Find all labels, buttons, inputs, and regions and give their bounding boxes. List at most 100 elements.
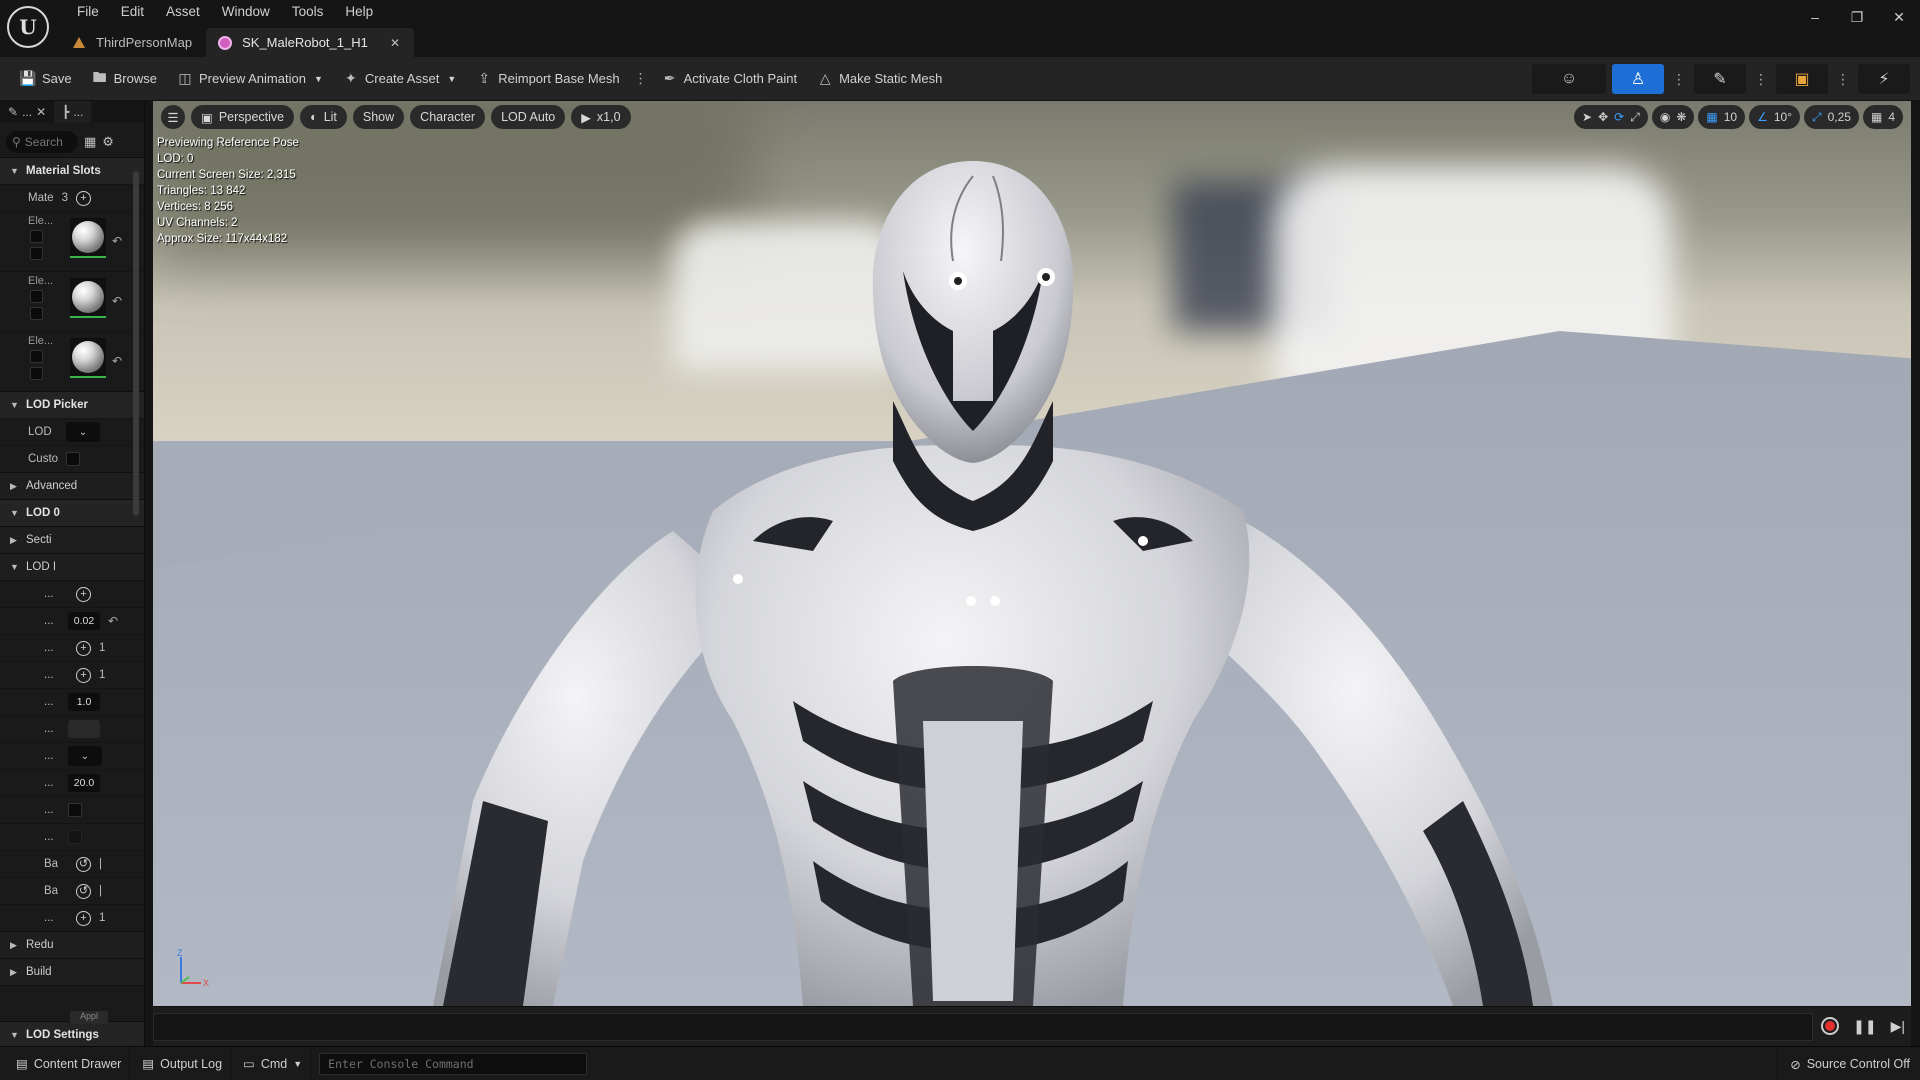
value-input[interactable]: 20.0 bbox=[68, 774, 100, 792]
step-forward-icon[interactable]: ▶| bbox=[1891, 1018, 1905, 1035]
menu-window[interactable]: Window bbox=[211, 2, 281, 21]
add-icon[interactable]: + bbox=[75, 190, 91, 206]
add-icon[interactable]: + bbox=[76, 640, 91, 656]
more-options-icon[interactable]: ⋮ bbox=[1670, 71, 1688, 88]
checkbox[interactable] bbox=[30, 350, 43, 363]
save-button[interactable]: 💾 Save bbox=[10, 57, 82, 101]
physics-mode-icon[interactable]: ⚡ bbox=[1858, 64, 1910, 94]
animation-mode-icon[interactable]: ✎ bbox=[1694, 64, 1746, 94]
add-icon[interactable]: + bbox=[76, 586, 91, 602]
more-options-icon[interactable]: ⋮ bbox=[1834, 71, 1852, 88]
reset-circle-icon[interactable]: ↺ bbox=[76, 883, 91, 899]
source-control-button[interactable]: ⊘ Source Control Off bbox=[1777, 1047, 1910, 1080]
lod-dropdown[interactable]: ⌄ bbox=[66, 422, 100, 442]
details-scrollbar[interactable] bbox=[133, 171, 139, 516]
reset-arrow-icon[interactable]: ↶ bbox=[112, 234, 122, 248]
preview-animation-button[interactable]: ◫ Preview Animation ▼ bbox=[167, 57, 333, 101]
tab-third-person-map[interactable]: ThirdPersonMap bbox=[60, 28, 206, 57]
skeletal-mesh-mode-icon[interactable]: ♙ bbox=[1612, 64, 1664, 94]
menu-file[interactable]: File bbox=[66, 2, 110, 21]
more-options-icon[interactable]: ⋮ bbox=[1752, 71, 1770, 88]
character-button[interactable]: Character bbox=[410, 105, 486, 129]
scale-icon[interactable]: ⤢ bbox=[1630, 110, 1640, 125]
lod-auto-button[interactable]: LOD Auto bbox=[491, 105, 566, 129]
minimize-icon[interactable]: – bbox=[1794, 0, 1836, 34]
content-drawer-button[interactable]: ▤ Content Drawer bbox=[8, 1046, 131, 1080]
checkbox[interactable] bbox=[66, 452, 80, 466]
add-icon[interactable]: + bbox=[76, 667, 91, 683]
screen-size-input[interactable]: 0.02 bbox=[68, 612, 100, 630]
apply-button[interactable]: Appl bbox=[70, 1011, 108, 1024]
blueprint-mode-icon[interactable]: ▣ bbox=[1776, 64, 1828, 94]
checkbox[interactable] bbox=[30, 307, 43, 320]
camera-speed[interactable]: ▦ 4 bbox=[1862, 105, 1903, 129]
menu-tools[interactable]: Tools bbox=[281, 2, 335, 21]
skeleton-mode-icon[interactable]: ☺ bbox=[1532, 64, 1606, 94]
checkbox[interactable] bbox=[68, 830, 82, 844]
close-tab-icon[interactable]: ✕ bbox=[390, 36, 400, 50]
table-view-icon[interactable]: ▦ bbox=[84, 134, 96, 150]
playback-speed-button[interactable]: ▶ x1,0 bbox=[571, 105, 631, 129]
output-log-button[interactable]: ▤ Output Log bbox=[134, 1046, 232, 1080]
translate-icon[interactable]: ✥ bbox=[1598, 110, 1608, 124]
viewport-menu-icon[interactable]: ☰ bbox=[161, 105, 185, 129]
checkbox[interactable] bbox=[30, 290, 43, 303]
create-asset-button[interactable]: ✦ Create Asset ▼ bbox=[333, 57, 466, 101]
grid-snap[interactable]: ▦ 10 bbox=[1698, 105, 1746, 129]
show-button[interactable]: Show bbox=[352, 105, 405, 129]
gear-icon[interactable]: ⚙ bbox=[102, 134, 114, 150]
section-lod-settings[interactable]: ▼ LOD Settings bbox=[0, 1021, 144, 1046]
add-icon[interactable]: + bbox=[76, 910, 91, 926]
tab-asset-details[interactable]: ✎... ✕ bbox=[0, 101, 54, 123]
section-build[interactable]: ▶ Build bbox=[0, 958, 144, 985]
timeline-track[interactable] bbox=[153, 1013, 1813, 1041]
reset-arrow-icon[interactable]: ↶ bbox=[108, 614, 118, 628]
record-icon[interactable] bbox=[1821, 1017, 1840, 1035]
section-lod0[interactable]: ▼ LOD 0 bbox=[0, 499, 144, 526]
rotation-snap[interactable]: ∠ 10° bbox=[1749, 105, 1800, 129]
material-thumbnail[interactable] bbox=[70, 278, 106, 318]
unreal-logo-icon[interactable]: U bbox=[7, 6, 49, 48]
value-input[interactable] bbox=[68, 720, 100, 738]
checkbox[interactable] bbox=[30, 367, 43, 380]
reset-circle-icon[interactable]: ↺ bbox=[76, 856, 91, 872]
world-icon[interactable]: ◉ bbox=[1660, 110, 1670, 124]
pause-icon[interactable]: ❚❚ bbox=[1853, 1018, 1876, 1035]
select-icon[interactable]: ➤ bbox=[1582, 110, 1592, 124]
tab-preview-settings[interactable]: ┣... bbox=[54, 101, 92, 123]
section-sections[interactable]: ▶ Secti bbox=[0, 526, 144, 553]
material-thumbnail[interactable] bbox=[70, 218, 106, 258]
scale-snap[interactable]: ⤢ 0,25 bbox=[1804, 105, 1859, 129]
menu-asset[interactable]: Asset bbox=[155, 2, 211, 21]
section-lod-picker[interactable]: ▼ LOD Picker bbox=[0, 391, 144, 418]
close-window-icon[interactable]: ✕ bbox=[1878, 0, 1920, 34]
perspective-button[interactable]: ▣ Perspective bbox=[191, 105, 295, 129]
section-lod-info[interactable]: ▼ LOD I bbox=[0, 553, 144, 580]
value-input[interactable]: 1.0 bbox=[68, 693, 100, 711]
activate-cloth-paint-button[interactable]: ✒ Activate Cloth Paint bbox=[652, 57, 807, 101]
more-options-icon[interactable]: ⋮ bbox=[630, 70, 652, 87]
cmd-dropdown[interactable]: ▭ Cmd ▼ bbox=[235, 1046, 312, 1080]
rotate-icon[interactable]: ⟳ bbox=[1614, 110, 1624, 124]
browse-button[interactable]: 🖿 Browse bbox=[82, 57, 167, 101]
close-tab-icon[interactable]: ✕ bbox=[36, 105, 46, 119]
checkbox[interactable] bbox=[68, 803, 82, 817]
console-command-input[interactable]: Enter Console Command bbox=[319, 1052, 588, 1075]
lit-button[interactable]: ◐ Lit bbox=[300, 105, 347, 129]
surface-snap-icon[interactable]: ❋ bbox=[1676, 110, 1686, 124]
reimport-base-mesh-button[interactable]: ⇪ Reimport Base Mesh bbox=[466, 57, 629, 101]
section-advanced[interactable]: ▶ Advanced bbox=[0, 472, 144, 499]
viewport[interactable]: ☰ ▣ Perspective ◐ Lit Show Character LOD A… bbox=[153, 101, 1911, 1006]
section-material-slots[interactable]: ▼ Material Slots bbox=[0, 157, 144, 184]
menu-edit[interactable]: Edit bbox=[110, 2, 155, 21]
make-static-mesh-button[interactable]: △ Make Static Mesh bbox=[807, 57, 952, 101]
checkbox[interactable] bbox=[30, 230, 43, 243]
menu-help[interactable]: Help bbox=[334, 2, 384, 21]
section-reduction[interactable]: ▶ Redu bbox=[0, 931, 144, 958]
tab-sk-male-robot[interactable]: SK_MaleRobot_1_H1 ✕ bbox=[206, 28, 415, 57]
dropdown[interactable]: ⌄ bbox=[68, 746, 102, 766]
material-thumbnail[interactable] bbox=[70, 338, 106, 378]
restore-icon[interactable]: ❐ bbox=[1836, 0, 1878, 34]
reset-arrow-icon[interactable]: ↶ bbox=[112, 354, 122, 368]
reset-arrow-icon[interactable]: ↶ bbox=[112, 294, 122, 308]
